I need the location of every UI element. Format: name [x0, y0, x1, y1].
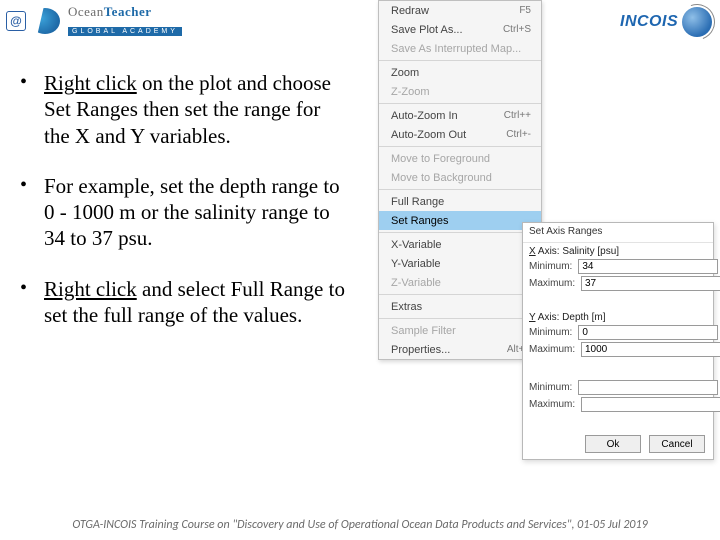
menu-separator	[379, 146, 541, 147]
menu-item-label: Move to Foreground	[391, 153, 490, 165]
menu-item-shortcut: Ctrl++	[504, 110, 531, 121]
blank-min-input[interactable]	[578, 380, 718, 395]
menu-item-set-ranges[interactable]: Set Ranges	[379, 211, 541, 230]
menu-item-shortcut: F5	[519, 5, 531, 16]
menu-item-auto-zoom-in[interactable]: Auto-Zoom In Ctrl++	[379, 106, 541, 125]
menu-item-z-variable: Z-VariableZ	[379, 273, 541, 292]
menu-item-label: Auto-Zoom In	[391, 110, 458, 122]
menu-item-label: Z-Zoom	[391, 86, 430, 98]
x-max-input[interactable]	[581, 276, 720, 291]
menu-item-label: Set Ranges	[391, 215, 448, 227]
ok-button[interactable]: Ok	[585, 435, 641, 453]
menu-item-shortcut: Ctrl+-	[506, 129, 531, 140]
footer-text: OTGA-INCOIS Training Course on "Discover…	[0, 518, 720, 532]
globe-icon	[682, 7, 712, 37]
x-min-input[interactable]	[578, 259, 718, 274]
menu-item-label: Move to Background	[391, 172, 492, 184]
menu-item-label: Auto-Zoom Out	[391, 129, 466, 141]
menu-separator	[379, 232, 541, 233]
instruction-text: Right click on the plot and choose Set R…	[18, 70, 348, 352]
cancel-button[interactable]: Cancel	[649, 435, 705, 453]
bullet-3: Right click and select Full Range to set…	[18, 276, 348, 329]
menu-separator	[379, 60, 541, 61]
oceanteacher-logo: @ OceanTeacher GLOBAL ACADEMY	[6, 4, 182, 38]
menu-item-properties[interactable]: Properties...Alt+P	[379, 340, 541, 359]
menu-separator	[379, 294, 541, 295]
blank-max-input[interactable]	[581, 397, 720, 412]
oceanteacher-text: OceanTeacher GLOBAL ACADEMY	[68, 4, 182, 38]
menu-item-sample-filter: Sample Filter	[379, 321, 541, 340]
dialog-title: Set Axis Ranges	[523, 223, 713, 243]
at-badge-icon: @	[6, 11, 26, 31]
menu-item-extras[interactable]: Extras▶	[379, 297, 541, 316]
y-axis-group: Y Axis: Depth [m] Minimum: Maximum:	[523, 309, 713, 361]
menu-item-label: Sample Filter	[391, 325, 456, 337]
menu-item-x-variable[interactable]: X-VariableX	[379, 235, 541, 254]
menu-item-full-range[interactable]: Full Range	[379, 192, 541, 211]
menu-item-redraw[interactable]: Redraw F5	[379, 1, 541, 20]
blank-axis-group: Minimum: Maximum:	[523, 375, 713, 416]
menu-separator	[379, 103, 541, 104]
menu-item-z-zoom: Z-Zoom	[379, 82, 541, 101]
menu-item-label: Y-Variable	[391, 258, 441, 270]
menu-item-label: Save Plot As...	[391, 24, 463, 36]
menu-item-save-as-interrupted-map: Save As Interrupted Map...	[379, 39, 541, 58]
y-min-input[interactable]	[578, 325, 718, 340]
bullet-1: Right click on the plot and choose Set R…	[18, 70, 348, 149]
menu-item-zoom[interactable]: Zoom	[379, 63, 541, 82]
menu-item-label: Properties...	[391, 344, 450, 356]
menu-item-save-plot-as[interactable]: Save Plot As... Ctrl+S	[379, 20, 541, 39]
menu-item-label: Zoom	[391, 67, 419, 79]
menu-item-label: Save As Interrupted Map...	[391, 43, 521, 55]
context-menu[interactable]: Redraw F5 Save Plot As... Ctrl+S Save As Int…	[378, 0, 542, 360]
menu-item-label: Z-Variable	[391, 277, 441, 289]
menu-separator	[379, 189, 541, 190]
menu-item-move-to-background: Move to Background	[379, 168, 541, 187]
menu-item-y-variable[interactable]: Y-VariableY	[379, 254, 541, 273]
menu-item-move-to-foreground: Move to Foreground	[379, 149, 541, 168]
menu-separator	[379, 318, 541, 319]
menu-item-shortcut: Ctrl+S	[503, 24, 531, 35]
menu-item-label: Full Range	[391, 196, 444, 208]
bullet-2: For example, set the depth range to 0 - …	[18, 173, 348, 252]
incois-logo: INCOIS	[620, 2, 712, 42]
menu-item-label: Redraw	[391, 5, 429, 17]
set-axis-ranges-dialog: Set Axis Ranges X Axis: Salinity [psu] M…	[522, 222, 714, 460]
menu-item-auto-zoom-out[interactable]: Auto-Zoom Out Ctrl+-	[379, 125, 541, 144]
menu-item-label: Extras	[391, 301, 422, 313]
y-max-input[interactable]	[581, 342, 720, 357]
menu-item-label: X-Variable	[391, 239, 442, 251]
wave-icon	[30, 6, 64, 36]
x-axis-group: X Axis: Salinity [psu] Minimum: Maximum:	[523, 243, 713, 295]
